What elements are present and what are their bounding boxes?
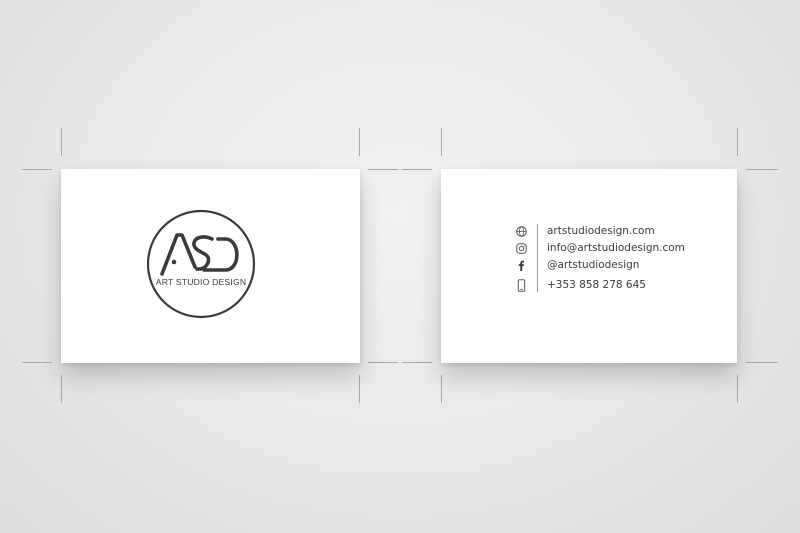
globe-icon	[515, 225, 527, 237]
asd-logo: ART STUDIO DESIGN	[146, 209, 256, 319]
facebook-handle-text: @artstudiodesign	[547, 259, 640, 271]
contact-email: info@artstudiodesign.com	[515, 240, 725, 256]
crop-mark	[737, 375, 738, 403]
email-text: info@artstudiodesign.com	[547, 242, 685, 254]
crop-mark	[368, 362, 398, 363]
contact-phone: +353 858 278 645	[515, 277, 725, 293]
crop-mark	[737, 128, 738, 156]
instagram-icon	[515, 242, 527, 254]
facebook-icon	[515, 259, 527, 271]
crop-mark	[402, 169, 432, 170]
crop-mark	[61, 128, 62, 156]
crop-mark	[746, 169, 778, 170]
business-card-front: ART STUDIO DESIGN	[61, 169, 360, 363]
phone-text: +353 858 278 645	[547, 279, 646, 291]
crop-mark	[359, 375, 360, 403]
crop-mark	[746, 362, 778, 363]
business-card-back: artstudiodesign.com info@artstudiodesign…	[441, 169, 737, 363]
crop-mark	[359, 128, 360, 156]
contact-facebook: @artstudiodesign	[515, 257, 725, 273]
crop-mark	[402, 362, 432, 363]
mockup-scene: ART STUDIO DESIGN artstudiodesign.com in…	[0, 0, 800, 533]
crop-mark	[441, 128, 442, 156]
crop-mark	[368, 169, 398, 170]
crop-mark	[441, 375, 442, 403]
phone-icon	[515, 278, 527, 292]
website-text: artstudiodesign.com	[547, 225, 655, 237]
contact-website: artstudiodesign.com	[515, 223, 725, 239]
crop-mark	[22, 169, 52, 170]
crop-mark	[61, 375, 62, 403]
crop-mark	[22, 362, 52, 363]
asd-logo-graphic: ART STUDIO DESIGN	[146, 209, 256, 319]
brand-name: ART STUDIO DESIGN	[156, 277, 246, 287]
